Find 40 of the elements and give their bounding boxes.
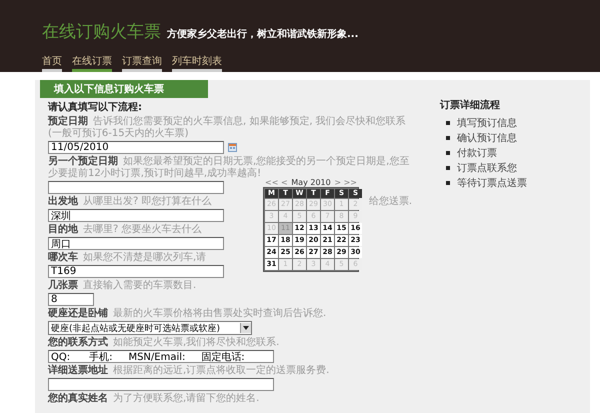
text-field[interactable]: 周口 (48, 237, 224, 250)
field-hint: 您的联系方式 如能预定火车票,我们将尽快和您联系. (48, 337, 280, 349)
month-title: May 2010 (291, 178, 331, 187)
text-field[interactable]: 8 (48, 293, 94, 306)
caret-icon (243, 326, 249, 330)
field-hint: 出发地 从哪里出发? 即您打算在什么 (48, 196, 212, 208)
site-title: 在线订购火车票 (42, 21, 161, 43)
field-hint: 详细送票地址 根据距离的远近,订票点将收取一定的送票服务费. (48, 365, 330, 377)
step-item: 付款订票 (457, 147, 497, 160)
step-item: 确认预订信息 (457, 132, 517, 145)
nav-link[interactable]: 订票查询 (122, 54, 162, 72)
site-slogan: 方便家乡父老出行，树立和谐武铁新形象... (167, 27, 358, 41)
date-field[interactable]: 11/05/2010 (48, 141, 224, 154)
nav-link[interactable]: 在线订票 (72, 54, 112, 72)
field-hint: 您的真实姓名 为了方便联系您,请留下您的姓名. (48, 393, 260, 405)
field-hint: 给您送票. (368, 196, 412, 208)
text-field[interactable]: T169 (48, 265, 224, 278)
bullet-icon (446, 136, 450, 140)
field-hint: 硬座还是卧铺 最新的火车票价格将由售票处实时查询后告诉您. (48, 308, 326, 320)
seat-select[interactable]: 硬座(非起点站或无硬座时可选站票或软座) (48, 321, 252, 335)
field-hint: 另一个预定日期 如果您最希望预定的日期无票,您能接受的另一个预定日期是,您至少要提前12小时订票,预订时间越早,成功率越高! (48, 156, 410, 179)
field-hint: 目的地 去哪里? 您要坐火车去什么 (48, 224, 202, 236)
sidebar-title: 订票详细流程 (440, 98, 501, 112)
field-hint: 几张票 直接输入需要的车票数目. (48, 280, 196, 292)
bullet-icon (446, 151, 450, 155)
bullet-icon (446, 181, 450, 185)
field-hint: 预定日期 告诉我们您需要预定的火车票信息, 如果能够预定, 我们会尽快和您联系(一般可预订6-15天内的火车票) (48, 116, 407, 140)
nav-link[interactable]: 首页 (42, 54, 62, 72)
nav-link[interactable]: 列车时刻表 (172, 54, 222, 72)
text-field[interactable] (48, 378, 274, 391)
step-item: 填写预订信息 (457, 116, 517, 130)
step-item: 等待订票点送票 (457, 176, 527, 190)
bullet-icon (446, 166, 450, 170)
field-hint: 哪次车 如果您不清楚是哪次列车,请 (48, 252, 206, 264)
text-field[interactable]: 深圳 (48, 209, 224, 222)
form-intro: 请认真填写以下流程: (48, 102, 143, 114)
step-item: 订票点联系您 (457, 162, 517, 175)
text-field[interactable] (48, 181, 224, 194)
bullet-icon (446, 121, 450, 125)
text-field[interactable]: QQ: 手机: MSN/Email: 固定电话: (48, 350, 274, 363)
